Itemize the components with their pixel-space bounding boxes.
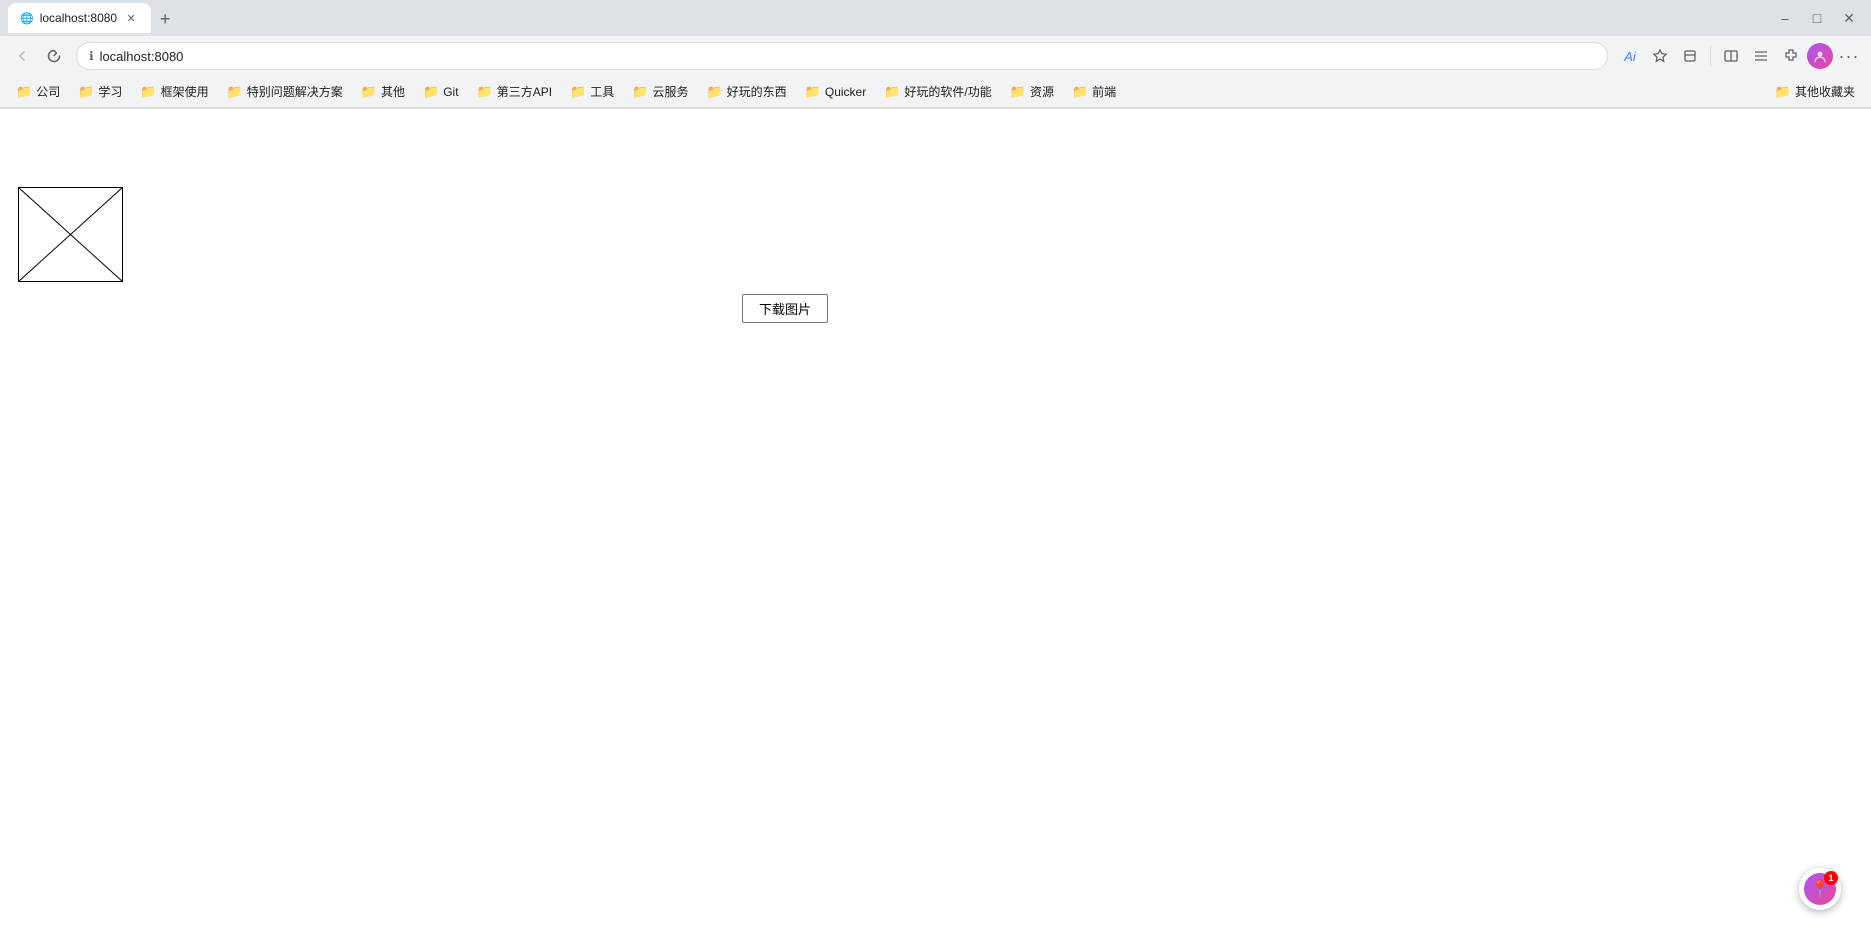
bookmark-fun[interactable]: 📁 好玩的东西 bbox=[698, 81, 794, 102]
ai-icon-text: Ai bbox=[1624, 49, 1636, 64]
folder-icon: 📁 bbox=[805, 84, 821, 100]
split-view-button[interactable] bbox=[1717, 42, 1745, 70]
bookmark-label: 前端 bbox=[1092, 83, 1116, 100]
sync-button[interactable] bbox=[1676, 42, 1704, 70]
notification-widget[interactable]: 📍 1 bbox=[1799, 868, 1841, 910]
back-button[interactable] bbox=[8, 42, 36, 70]
folder-icon: 📁 bbox=[884, 84, 900, 100]
folder-icon: 📁 bbox=[706, 84, 722, 100]
download-button[interactable]: 下载图片 bbox=[742, 294, 828, 323]
new-tab-button[interactable]: + bbox=[151, 5, 179, 33]
browser-menu-button[interactable]: ··· bbox=[1835, 42, 1863, 70]
page-content: 下载图片 bbox=[0, 109, 1871, 951]
folder-icon: 📁 bbox=[1072, 84, 1088, 100]
bookmark-label: Quicker bbox=[825, 85, 866, 99]
bookmark-label: 第三方API bbox=[497, 83, 552, 100]
bookmark-label: 其他收藏夹 bbox=[1795, 83, 1855, 100]
bookmark-tools[interactable]: 📁 工具 bbox=[562, 81, 622, 102]
bookmark-qita[interactable]: 📁 其他 bbox=[353, 81, 413, 102]
extensions-button[interactable] bbox=[1777, 42, 1805, 70]
bookmark-thirdparty[interactable]: 📁 第三方API bbox=[469, 81, 561, 102]
collections-button[interactable] bbox=[1747, 42, 1775, 70]
folder-icon: 📁 bbox=[423, 84, 439, 100]
lock-icon: ℹ bbox=[89, 49, 94, 63]
bookmark-git[interactable]: 📁 Git bbox=[415, 82, 467, 102]
image-placeholder bbox=[18, 187, 123, 282]
folder-icon: 📁 bbox=[361, 84, 377, 100]
ai-button[interactable]: Ai bbox=[1616, 42, 1644, 70]
bookmark-label: 特别问题解决方案 bbox=[247, 83, 343, 100]
bookmark-cloud[interactable]: 📁 云服务 bbox=[624, 81, 696, 102]
tab-close-button[interactable]: ✕ bbox=[123, 10, 139, 26]
profile-avatar[interactable] bbox=[1807, 43, 1833, 69]
bookmark-quicker[interactable]: 📁 Quicker bbox=[797, 82, 875, 102]
bookmark-label: 好玩的东西 bbox=[727, 83, 787, 100]
folder-icon: 📁 bbox=[227, 84, 243, 100]
bookmark-label: 资源 bbox=[1030, 83, 1054, 100]
folder-icon: 📁 bbox=[570, 84, 586, 100]
tab-title: localhost:8080 bbox=[40, 11, 117, 25]
notification-inner: 📍 1 bbox=[1804, 873, 1836, 905]
tab-favicon: 🌐 bbox=[20, 12, 34, 25]
favorites-button[interactable] bbox=[1646, 42, 1674, 70]
bookmark-frontend[interactable]: 📁 前端 bbox=[1064, 81, 1124, 102]
reload-button[interactable] bbox=[40, 42, 68, 70]
bookmark-resources[interactable]: 📁 资源 bbox=[1002, 81, 1062, 102]
nav-bar: ℹ localhost:8080 Ai bbox=[0, 36, 1871, 76]
bookmark-xuexi[interactable]: 📁 学习 bbox=[70, 81, 130, 102]
bookmark-label: 公司 bbox=[36, 83, 60, 100]
folder-icon: 📁 bbox=[1775, 84, 1791, 100]
bookmark-label: Git bbox=[443, 85, 458, 99]
tab-bar: 🌐 localhost:8080 ✕ + ⎯ □ ✕ bbox=[0, 0, 1871, 36]
bookmark-label: 好玩的软件/功能 bbox=[904, 83, 991, 100]
notification-badge: 1 bbox=[1824, 871, 1838, 885]
address-bar[interactable]: ℹ localhost:8080 bbox=[76, 42, 1608, 70]
folder-icon: 📁 bbox=[16, 84, 32, 100]
bookmark-label: 云服务 bbox=[652, 83, 688, 100]
bookmark-tebie[interactable]: 📁 特别问题解决方案 bbox=[219, 81, 351, 102]
folder-icon: 📁 bbox=[632, 84, 648, 100]
folder-icon: 📁 bbox=[78, 84, 94, 100]
active-tab[interactable]: 🌐 localhost:8080 ✕ bbox=[8, 3, 151, 33]
close-button[interactable]: ✕ bbox=[1835, 4, 1863, 32]
nav-right-icons: Ai bbox=[1616, 42, 1863, 70]
bookmark-label: 其他 bbox=[381, 83, 405, 100]
bookmark-label: 框架使用 bbox=[161, 83, 209, 100]
bookmark-label: 学习 bbox=[98, 83, 122, 100]
maximize-button[interactable]: □ bbox=[1803, 4, 1831, 32]
folder-icon: 📁 bbox=[140, 84, 156, 100]
bookmarks-bar: 📁 公司 📁 学习 📁 框架使用 📁 特别问题解决方案 📁 其他 📁 Git 📁… bbox=[0, 76, 1871, 108]
minimize-button[interactable]: ⎯ bbox=[1771, 4, 1799, 32]
bookmark-kuangjia[interactable]: 📁 框架使用 bbox=[132, 81, 216, 102]
bookmark-software[interactable]: 📁 好玩的软件/功能 bbox=[876, 81, 1000, 102]
folder-icon: 📁 bbox=[477, 84, 493, 100]
folder-icon: 📁 bbox=[1010, 84, 1026, 100]
bookmark-other-collections[interactable]: 📁 其他收藏夹 bbox=[1767, 81, 1863, 102]
bookmark-gongsi[interactable]: 📁 公司 bbox=[8, 81, 68, 102]
divider bbox=[1710, 46, 1711, 66]
address-text: localhost:8080 bbox=[100, 49, 184, 64]
bookmark-label: 工具 bbox=[590, 83, 614, 100]
